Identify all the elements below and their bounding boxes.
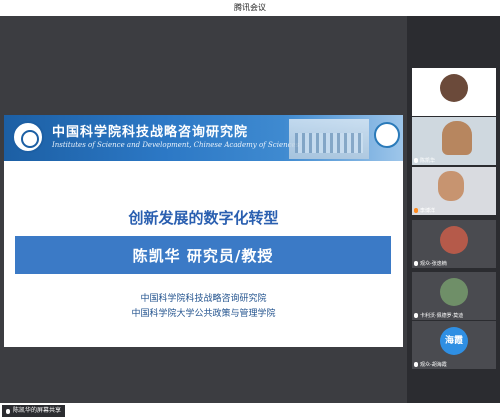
slide-title: 创新发展的数字化转型 bbox=[128, 209, 279, 227]
mic-icon bbox=[414, 109, 418, 114]
shared-screen-stage: 中国科学院科技战略咨询研究院 Institutes of Science and… bbox=[0, 16, 407, 403]
slide-banner: 中国科学院科技战略咨询研究院 Institutes of Science and… bbox=[4, 115, 403, 161]
sharing-label: 陈凯华的屏幕共享 bbox=[13, 407, 62, 414]
participant-tile[interactable]: 海霞 观众-胡海霞 bbox=[412, 321, 496, 369]
window-titlebar: 腾讯会议 bbox=[0, 0, 500, 17]
participant-name: 卡利沃·佩德罗·莫迪 bbox=[420, 313, 464, 319]
video-feed bbox=[442, 121, 472, 155]
presentation-slide: 中国科学院科技战略咨询研究院 Institutes of Science and… bbox=[4, 115, 403, 347]
avatar bbox=[440, 278, 468, 306]
participant-tile[interactable]: 李博洋 bbox=[412, 167, 496, 215]
affiliation-line-2: 中国科学院大学公共政策与管理学院 bbox=[131, 309, 276, 319]
mic-icon bbox=[414, 158, 418, 163]
banner-institute-name-cn: 中国科学院科技战略咨询研究院 bbox=[52, 125, 249, 140]
participant-name: 陈凯华 bbox=[420, 158, 436, 164]
participant-tile[interactable]: 观众-袁宇 bbox=[412, 68, 496, 116]
participant-name: 观众-胡海霞 bbox=[420, 362, 447, 368]
speaker-band: 陈凯华 研究员/教授 bbox=[15, 236, 391, 274]
bottom-bar: 陈凯华的屏幕共享 bbox=[0, 403, 500, 419]
mic-icon bbox=[414, 261, 418, 266]
cas-logo-icon bbox=[12, 121, 44, 153]
building-image bbox=[289, 119, 369, 159]
affiliation-line-1: 中国科学院科技战略咨询研究院 bbox=[140, 294, 267, 304]
mic-icon bbox=[414, 313, 418, 318]
participant-name: 观众-袁宇 bbox=[420, 109, 442, 115]
screen-share-indicator[interactable]: 陈凯华的屏幕共享 bbox=[2, 405, 66, 417]
avatar: 海霞 bbox=[440, 327, 468, 355]
mic-icon bbox=[6, 408, 10, 414]
participant-gallery[interactable]: 观众-袁宇 陈凯华 李博洋 观众-张逸楠 卡利沃·佩德罗·莫迪 海霞 观众-胡海… bbox=[407, 16, 500, 403]
participant-name: 观众-张逸楠 bbox=[420, 261, 447, 267]
window-title: 腾讯会议 bbox=[234, 3, 266, 12]
video-feed bbox=[438, 171, 464, 201]
participant-tile[interactable]: 卡利沃·佩德罗·莫迪 bbox=[412, 272, 496, 320]
participant-tile[interactable]: 陈凯华 bbox=[412, 117, 496, 165]
avatar bbox=[440, 74, 468, 102]
avatar bbox=[440, 226, 468, 254]
banner-institute-name-en: Institutes of Science and Development, C… bbox=[52, 141, 300, 149]
institute-seal-icon bbox=[374, 122, 400, 148]
speaker-name: 陈凯华 研究员/教授 bbox=[132, 247, 274, 265]
participant-name: 李博洋 bbox=[420, 208, 436, 214]
participant-tile[interactable]: 观众-张逸楠 bbox=[412, 220, 496, 268]
mic-icon bbox=[414, 362, 418, 367]
mic-icon-active bbox=[414, 208, 418, 213]
